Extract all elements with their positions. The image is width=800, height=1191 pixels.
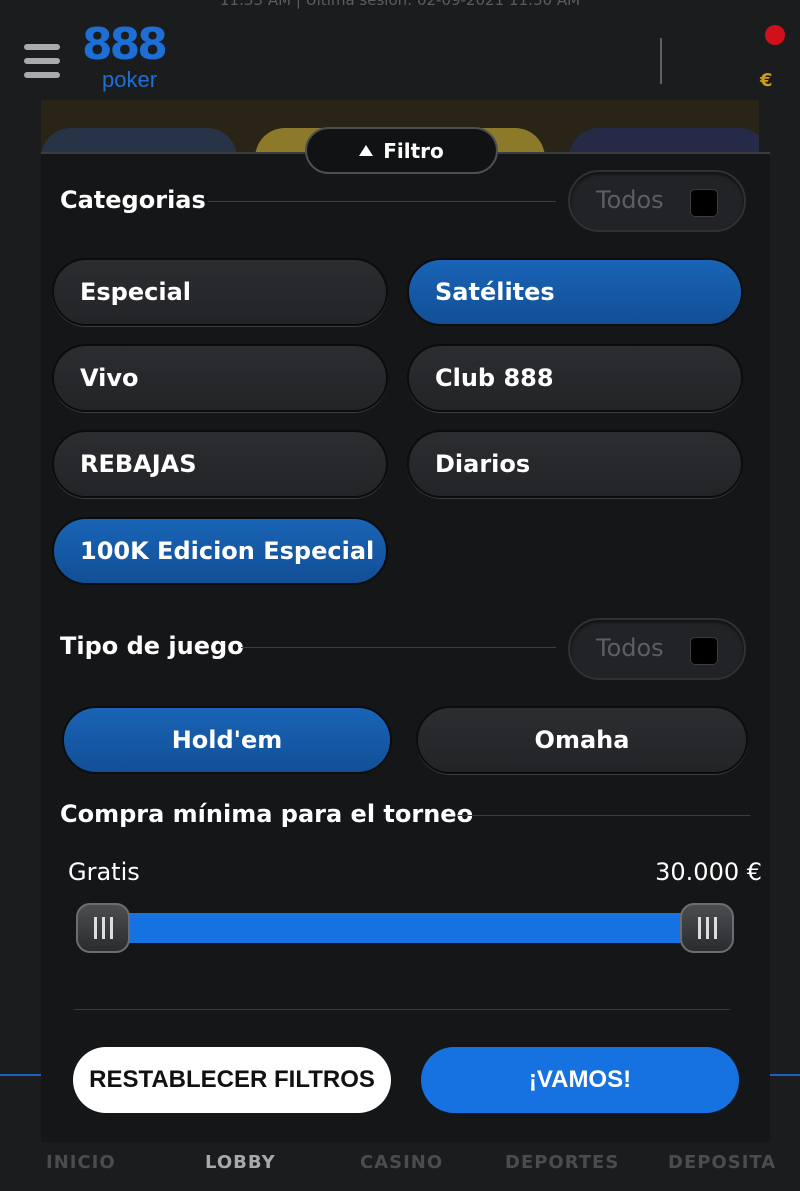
range-min-label: Gratis bbox=[68, 858, 140, 886]
todos-checkbox[interactable] bbox=[690, 189, 718, 217]
chip-diarios[interactable]: Diarios bbox=[407, 430, 743, 498]
caret-up-icon bbox=[359, 145, 374, 156]
range-max-handle[interactable] bbox=[680, 903, 734, 953]
logo-word: poker bbox=[102, 67, 158, 92]
nav-deportes[interactable]: DEPORTES bbox=[505, 1152, 619, 1173]
section-rule bbox=[458, 815, 750, 816]
bg-divider bbox=[0, 1074, 41, 1076]
balance-currency[interactable]: € bbox=[760, 70, 773, 91]
apply-filters-button[interactable]: ¡VAMOS! bbox=[421, 1047, 739, 1113]
categorias-todos-toggle[interactable]: Todos bbox=[568, 170, 746, 232]
section-rule bbox=[208, 201, 556, 202]
header-divider bbox=[660, 38, 662, 84]
compra-minima-title: Compra mínima para el torneo bbox=[60, 800, 474, 828]
todos-label: Todos bbox=[596, 634, 664, 662]
logo-number: 888 bbox=[82, 19, 168, 70]
brand-logo[interactable]: 888 poker bbox=[82, 22, 172, 94]
chip-omaha[interactable]: Omaha bbox=[416, 706, 748, 774]
chip-especial[interactable]: Especial bbox=[52, 258, 388, 326]
nav-casino[interactable]: CASINO bbox=[360, 1152, 443, 1173]
chip-satelites[interactable]: Satélites bbox=[407, 258, 743, 326]
chip-100k-edicion-especial[interactable]: 100K Edicion Especial bbox=[52, 517, 388, 585]
range-max-label: 30.000 € bbox=[655, 858, 762, 886]
todos-checkbox[interactable] bbox=[690, 637, 718, 665]
chip-vivo[interactable]: Vivo bbox=[52, 344, 388, 412]
filter-tab-label: Filtro bbox=[383, 138, 444, 163]
app-root: 11:53 AM | Última sesión: 02-09-2021 11:… bbox=[0, 0, 800, 1191]
categorias-title: Categorias bbox=[60, 186, 206, 214]
actions-divider bbox=[74, 1009, 730, 1010]
menu-icon[interactable] bbox=[24, 44, 60, 78]
chip-rebajas[interactable]: REBAJAS bbox=[52, 430, 388, 498]
reset-filters-button[interactable]: RESTABLECER FILTROS bbox=[73, 1047, 391, 1113]
session-status: 11:53 AM | Última sesión: 02-09-2021 11:… bbox=[219, 0, 581, 9]
tipo-juego-todos-toggle[interactable]: Todos bbox=[568, 618, 746, 680]
chip-club-888[interactable]: Club 888 bbox=[407, 344, 743, 412]
section-rule bbox=[241, 647, 556, 648]
nav-inicio[interactable]: INICIO bbox=[46, 1152, 116, 1173]
tipo-juego-title: Tipo de juego bbox=[60, 632, 244, 660]
range-min-handle[interactable] bbox=[76, 903, 130, 953]
chip-holdem[interactable]: Hold'em bbox=[62, 706, 392, 774]
buyin-range-track[interactable] bbox=[100, 913, 706, 943]
filter-toggle-button[interactable]: Filtro bbox=[305, 127, 498, 174]
top-header: 11:53 AM | Última sesión: 02-09-2021 11:… bbox=[0, 0, 800, 100]
nav-deposita[interactable]: DEPOSITA bbox=[668, 1152, 776, 1173]
todos-label: Todos bbox=[596, 186, 664, 214]
notification-dot-icon[interactable] bbox=[765, 25, 785, 45]
nav-lobby[interactable]: LOBBY bbox=[205, 1152, 276, 1173]
bg-divider bbox=[770, 1074, 800, 1076]
bottom-nav: INICIO LOBBY CASINO DEPORTES DEPOSITA bbox=[0, 1142, 800, 1191]
